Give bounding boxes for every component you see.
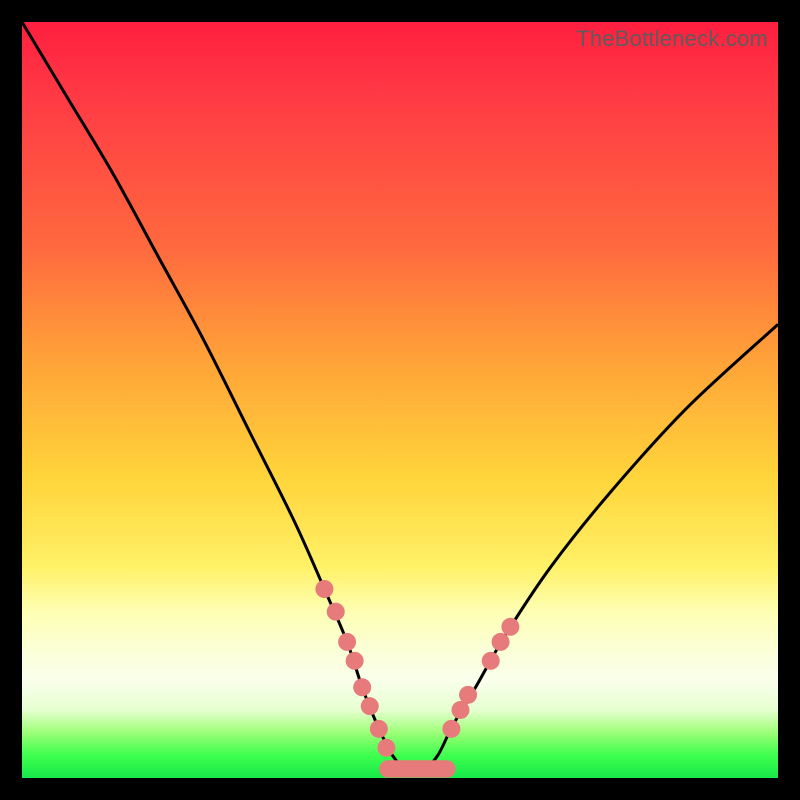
curve-dot [315, 580, 333, 598]
curve-dot [346, 652, 364, 670]
curve-dot [327, 603, 345, 621]
outer-black-frame: TheBottleneck.com [0, 0, 800, 800]
plot-area: TheBottleneck.com [22, 22, 778, 778]
flat-bar [379, 760, 455, 777]
curve-dot [442, 720, 460, 738]
curve-layer [22, 22, 778, 772]
chart-svg [22, 22, 778, 778]
curve-dot [338, 633, 356, 651]
curve-dot [370, 720, 388, 738]
curve-dot [501, 618, 519, 636]
curve-dot [353, 678, 371, 696]
flat-bar-layer [379, 760, 455, 777]
curve-dot [361, 697, 379, 715]
dots-layer [315, 580, 519, 757]
curve-dot [377, 739, 395, 757]
curve-dot [492, 633, 510, 651]
curve-dot [459, 686, 477, 704]
bottleneck-curve-path [22, 22, 778, 772]
curve-dot [482, 652, 500, 670]
